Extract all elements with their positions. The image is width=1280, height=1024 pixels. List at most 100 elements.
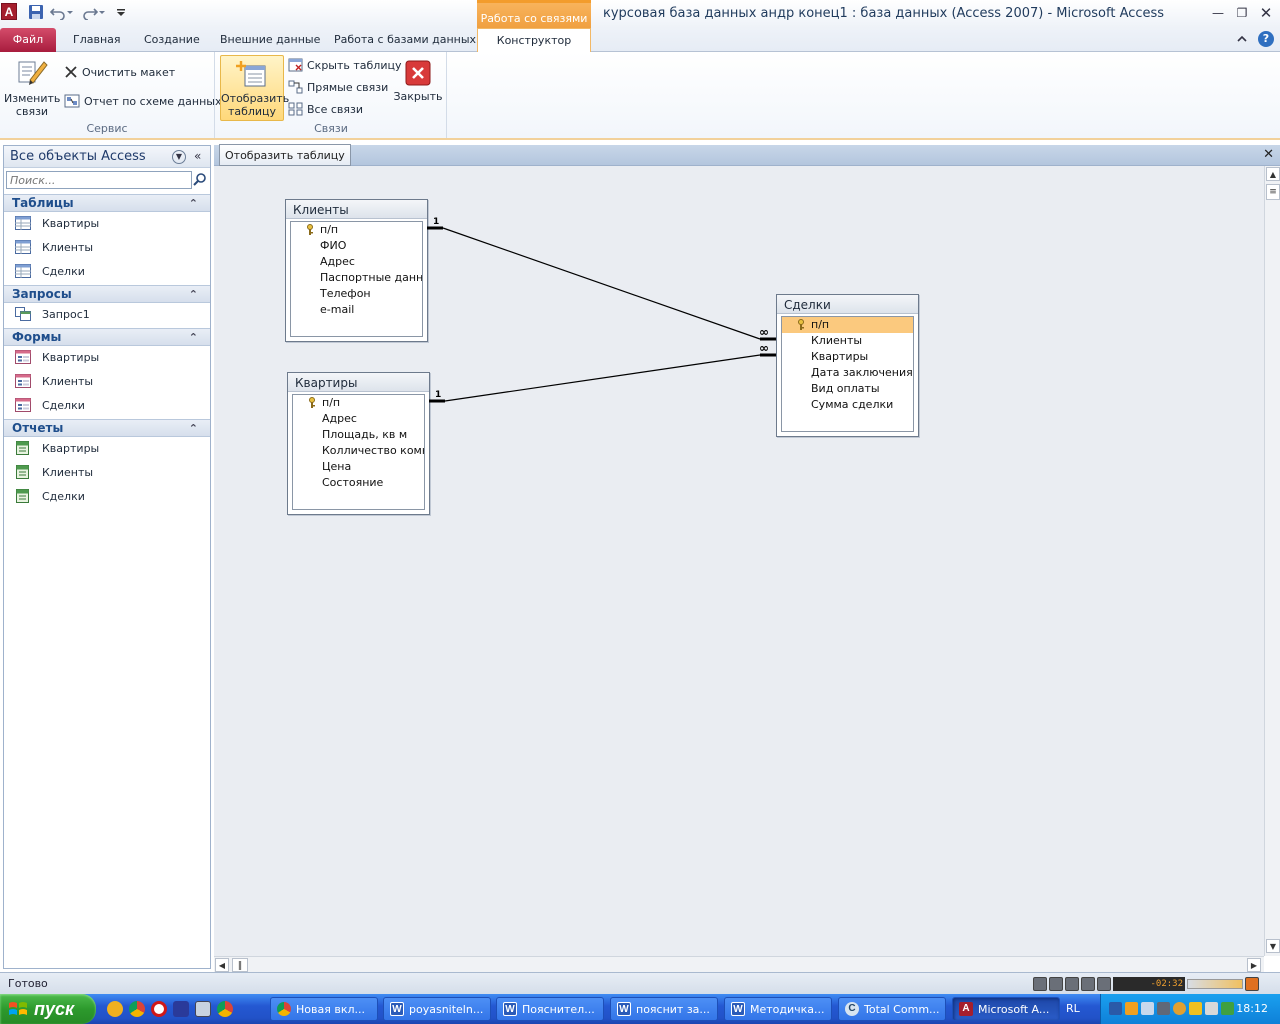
language-indicator[interactable]: RL — [1066, 1002, 1080, 1015]
minimize-icon[interactable]: — — [1208, 5, 1228, 21]
close-document-icon[interactable]: ✕ — [1263, 147, 1274, 162]
table-title[interactable]: Клиенты — [286, 200, 427, 219]
table-title[interactable]: Сделки — [777, 295, 918, 314]
nav-menu-dropdown-icon[interactable]: ▼ — [172, 150, 186, 164]
nav-item-table-deals[interactable]: Сделки — [4, 260, 210, 282]
nav-item-report-apartments[interactable]: Квартиры — [4, 437, 210, 459]
all-relationships-button[interactable]: Все связи — [288, 102, 363, 116]
nav-collapse-icon[interactable]: « — [194, 149, 201, 163]
start-button[interactable]: пуск — [0, 994, 96, 1024]
tray-antivirus-icon[interactable] — [1221, 1002, 1234, 1015]
field-row[interactable]: Площадь, кв м — [293, 427, 424, 443]
player-menu-icon[interactable] — [1245, 976, 1259, 991]
player-pause-icon[interactable] — [1049, 976, 1063, 991]
chrome-icon[interactable] — [129, 1001, 145, 1017]
undo-dropdown-icon[interactable] — [66, 4, 74, 20]
field-row[interactable]: п/п — [291, 222, 422, 238]
field-list[interactable]: п/п ФИО Адрес Паспортные данные Телефон … — [290, 221, 423, 337]
table-box-apartments[interactable]: Квартиры п/п Адрес Площадь, кв м Колличе… — [287, 372, 430, 515]
nav-search-input[interactable] — [6, 171, 192, 189]
tray-folder-icon[interactable] — [1189, 1002, 1202, 1015]
tab-file[interactable]: Файл — [0, 28, 56, 52]
table-box-clients[interactable]: Клиенты п/п ФИО Адрес Паспортные данные … — [285, 199, 428, 342]
field-row[interactable]: Клиенты — [782, 333, 913, 349]
field-row-selected[interactable]: п/п — [782, 317, 913, 333]
field-row[interactable]: Вид оплаты — [782, 381, 913, 397]
task-word-2[interactable]: W Пояснител... — [496, 997, 604, 1021]
task-word-4[interactable]: W Методичка... — [724, 997, 832, 1021]
nav-item-query-1[interactable]: Запрос1 — [4, 303, 210, 325]
tray-monitor-icon[interactable] — [1141, 1002, 1154, 1015]
nav-section-reports[interactable]: Отчеты ⌃ — [4, 419, 210, 437]
field-row[interactable]: п/п — [293, 395, 424, 411]
scroll-up-icon[interactable]: ▲ — [1266, 167, 1280, 181]
table-title[interactable]: Квартиры — [288, 373, 429, 392]
field-row[interactable]: Сумма сделки — [782, 397, 913, 413]
nav-item-form-deals[interactable]: Сделки — [4, 394, 210, 416]
tab-database-tools[interactable]: Работа с базами данных — [334, 28, 476, 52]
scroll-right-icon[interactable]: ▶ — [1247, 958, 1261, 972]
chevron-up-icon[interactable]: ⌃ — [189, 329, 198, 346]
field-row[interactable]: Телефон — [291, 286, 422, 302]
app-launcher-icon[interactable] — [173, 1001, 189, 1017]
nav-item-report-clients[interactable]: Клиенты — [4, 461, 210, 483]
nav-item-table-clients[interactable]: Клиенты — [4, 236, 210, 258]
volume-slider[interactable] — [1187, 978, 1243, 989]
floppy-icon[interactable] — [195, 1001, 211, 1017]
direct-relationships-button[interactable]: Прямые связи — [288, 80, 388, 94]
hide-table-button[interactable]: Скрыть таблицу — [288, 58, 402, 72]
nav-section-forms[interactable]: Формы ⌃ — [4, 328, 210, 346]
close-window-icon[interactable]: ✕ — [1256, 5, 1276, 21]
field-row[interactable]: Дата заключения договора — [782, 365, 913, 381]
field-row[interactable]: Состояние — [293, 475, 424, 491]
nav-item-form-clients[interactable]: Клиенты — [4, 370, 210, 392]
nav-item-report-deals[interactable]: Сделки — [4, 485, 210, 507]
scroll-thumb[interactable]: ≡ — [1266, 184, 1280, 200]
field-row[interactable]: e-mail — [291, 302, 422, 318]
redo-dropdown-icon[interactable] — [98, 4, 106, 20]
clear-layout-button[interactable]: Очистить макет — [64, 65, 175, 79]
show-table-button[interactable]: Отобразить таблицу — [220, 55, 289, 121]
field-row[interactable]: Цена — [293, 459, 424, 475]
nav-item-table-apartments[interactable]: Квартиры — [4, 212, 210, 234]
task-total-commander[interactable]: C Total Comm... — [838, 997, 946, 1021]
field-list[interactable]: п/п Адрес Площадь, кв м Колличество комн… — [292, 394, 425, 510]
field-row[interactable]: ФИО — [291, 238, 422, 254]
chrome-icon-2[interactable] — [217, 1001, 233, 1017]
customize-qat-icon[interactable] — [116, 4, 126, 20]
field-row[interactable]: Адрес — [293, 411, 424, 427]
field-list[interactable]: п/п Клиенты Квартиры Дата заключения дог… — [781, 316, 914, 432]
field-row[interactable]: Паспортные данные — [291, 270, 422, 286]
task-chrome[interactable]: Новая вкл... — [270, 997, 378, 1021]
minimize-ribbon-icon[interactable] — [1236, 31, 1248, 47]
tab-external-data[interactable]: Внешние данные — [220, 28, 320, 52]
chevron-up-icon[interactable]: ⌃ — [189, 195, 198, 212]
quick-launch-app-icon[interactable] — [107, 1001, 123, 1017]
scroll-down-icon[interactable]: ▼ — [1266, 939, 1280, 953]
vertical-scrollbar[interactable]: ▲ ≡ ▼ — [1264, 166, 1280, 956]
nav-title[interactable]: Все объекты Access — [10, 149, 146, 164]
undo-icon[interactable] — [50, 4, 66, 20]
nav-section-queries[interactable]: Запросы ⌃ — [4, 285, 210, 303]
field-row[interactable]: Квартиры — [782, 349, 913, 365]
close-relationships-button[interactable]: Закрыть — [392, 60, 444, 120]
search-icon[interactable] — [193, 172, 207, 186]
task-word-1[interactable]: Wpoyasniteln... — [383, 997, 491, 1021]
player-prev-icon[interactable] — [1081, 976, 1095, 991]
scroll-thumb-horizontal[interactable]: ‖ — [232, 958, 248, 972]
tab-create[interactable]: Создание — [144, 28, 200, 52]
table-box-deals[interactable]: Сделки п/п Клиенты Квартиры Дата заключе… — [776, 294, 919, 437]
restore-icon[interactable]: ❐ — [1232, 5, 1252, 21]
field-row[interactable]: Колличество комнат — [293, 443, 424, 459]
tab-design[interactable]: Конструктор — [477, 28, 591, 53]
tray-network-icon[interactable] — [1109, 1002, 1122, 1015]
access-app-icon[interactable]: A — [1, 3, 17, 20]
redo-icon[interactable] — [82, 4, 98, 20]
task-microsoft-access[interactable]: A Microsoft A... — [952, 997, 1060, 1021]
nav-item-form-apartments[interactable]: Квартиры — [4, 346, 210, 368]
tray-player-icon[interactable] — [1125, 1002, 1138, 1015]
tray-printer-icon[interactable] — [1157, 1002, 1170, 1015]
tab-home[interactable]: Главная — [73, 28, 121, 52]
edit-relationships-button[interactable]: Изменить связи — [4, 56, 60, 122]
relationship-report-button[interactable]: Отчет по схеме данных — [64, 94, 221, 108]
